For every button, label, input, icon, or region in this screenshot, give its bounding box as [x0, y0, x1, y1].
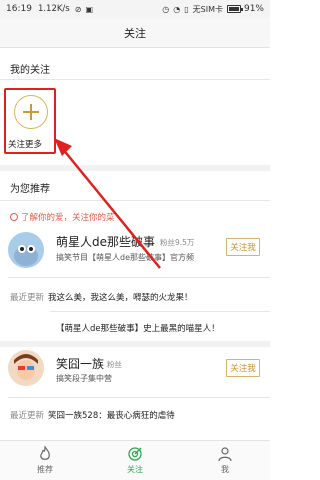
divider	[8, 277, 270, 278]
tab-follow[interactable]: 关注	[90, 441, 180, 480]
channel-name[interactable]: 笑囧一族	[56, 355, 104, 372]
channel-description: 搞笑节目【萌星人de那些破事】官方频	[56, 253, 194, 262]
update-row[interactable]: 【萌星人de那些破事】史上最黑的喵星人！	[56, 322, 220, 334]
tab-label: 推荐	[37, 465, 53, 474]
follow-more-label: 关注更多	[8, 140, 43, 150]
tab-me[interactable]: 我	[180, 441, 270, 480]
status-time: 16:19	[6, 4, 32, 14]
divider	[0, 200, 270, 201]
avatar[interactable]	[8, 350, 44, 386]
recent-update-tag: 最近更新	[10, 293, 45, 303]
heart-icon	[10, 213, 18, 221]
sim-status: 无SIM卡	[192, 4, 223, 14]
divider	[8, 397, 270, 398]
divider	[0, 79, 270, 80]
alarm-icon: ◷	[162, 4, 170, 14]
battery-level: 91%	[243, 4, 264, 14]
tab-recommend[interactable]: 推荐	[0, 441, 90, 480]
plus-icon	[14, 95, 48, 129]
update-row[interactable]: 最近更新 笑囧一族528：最丧心病狂的虐待	[10, 409, 175, 421]
channel-description: 搞笑段子集中营	[56, 374, 112, 383]
tab-label: 关注	[127, 465, 143, 474]
follow-button[interactable]: 关注我	[226, 359, 260, 377]
channel-name[interactable]: 萌星人de那些破事	[56, 233, 155, 250]
network-speed: 1.12K/s	[37, 4, 70, 14]
update-title: 笑囧一族528：最丧心病狂的虐待	[48, 411, 175, 421]
fans-count: 粉丝	[107, 360, 122, 369]
status-bar: 16:19 1.12K/s ⊘ ▣ ◷ ◔ ▯ 无SIM卡 91%	[0, 0, 270, 18]
recommend-tip: 了解你的爱，关注你的菜	[10, 211, 115, 223]
update-row[interactable]: 最近更新 我这么美，我这么美，嘚瑟的火龙果！	[10, 291, 193, 303]
update-title: 【萌星人de那些破事】史上最黑的喵星人！	[56, 324, 220, 334]
divider	[50, 311, 270, 312]
recommend-heading: 为您推荐	[10, 184, 50, 195]
bottom-tab-bar: 推荐 关注 我	[0, 440, 270, 480]
battery-icon	[226, 5, 243, 13]
page-title: 关注	[124, 26, 146, 40]
follow-more-button[interactable]: 关注更多	[4, 88, 56, 154]
wifi-icon: ◔	[173, 4, 181, 14]
fans-count: 粉丝9.5万	[160, 238, 195, 247]
flame-icon	[40, 446, 50, 460]
target-icon	[128, 447, 142, 461]
title-bar: 关注	[0, 18, 270, 48]
section-gap	[0, 165, 270, 171]
recent-update-tag: 最近更新	[10, 411, 45, 421]
sim-icon: ▯	[184, 4, 189, 14]
section-gap	[0, 341, 270, 347]
mute-icon: ⊘	[74, 4, 82, 14]
follow-button[interactable]: 关注我	[226, 238, 260, 256]
tab-label: 我	[221, 465, 229, 474]
recommend-tip-text: 了解你的爱，关注你的菜	[21, 213, 115, 223]
update-title: 我这么美，我这么美，嘚瑟的火龙果！	[48, 293, 193, 303]
notification-icon: ▣	[85, 4, 93, 14]
my-follows-heading: 我的关注	[10, 65, 50, 76]
user-icon	[218, 447, 232, 462]
avatar[interactable]	[8, 232, 44, 268]
